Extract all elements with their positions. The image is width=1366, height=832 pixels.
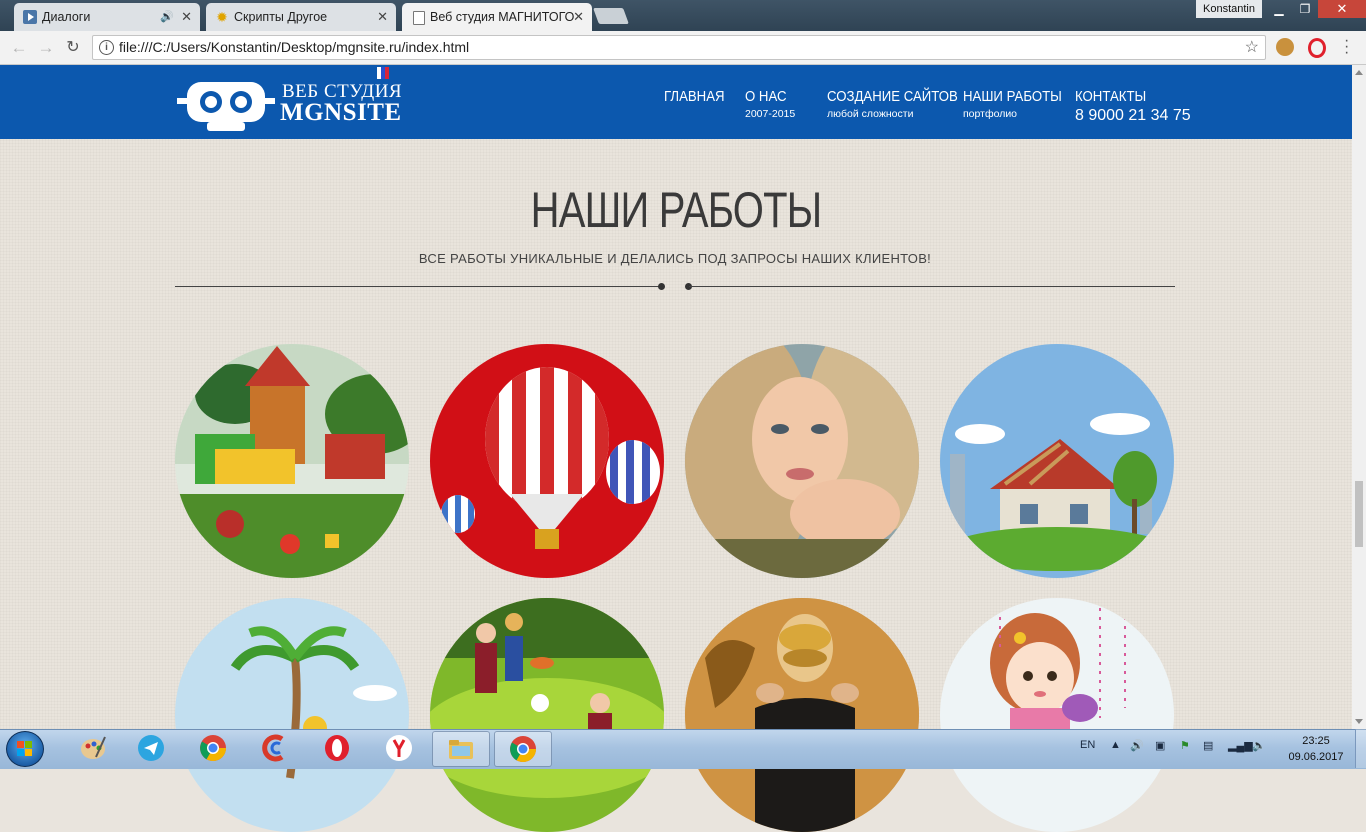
windows-logo-icon: [17, 741, 33, 757]
tab-dialogs[interactable]: Диалоги 🔊 ✕: [14, 3, 200, 31]
logo-text-bottom[interactable]: MGNSITE: [280, 99, 402, 127]
minimize-button[interactable]: ▁: [1266, 0, 1292, 18]
vertical-scrollbar[interactable]: [1352, 65, 1366, 729]
scroll-down-icon[interactable]: [1355, 719, 1363, 724]
browser-tab-bar: [0, 0, 1366, 31]
close-window-button[interactable]: ✕: [1318, 0, 1366, 18]
tab-scripts[interactable]: ✹ Скрипты Другое ✕: [206, 3, 396, 31]
work-school[interactable]: [430, 598, 664, 832]
info-icon[interactable]: i: [99, 40, 114, 55]
ccleaner-icon: [262, 734, 284, 762]
scroll-up-icon[interactable]: [1355, 70, 1363, 75]
browser-toolbar: ← → ↻ i file:///C:/Users/Konstantin/Desk…: [0, 31, 1366, 65]
opera-extension-icon[interactable]: [1308, 38, 1326, 58]
taskbar-yandex[interactable]: [370, 731, 428, 767]
tab-title: Веб студия МАГНИТОГО: [430, 10, 575, 24]
work-balloons[interactable]: [430, 344, 664, 578]
taskbar-telegram[interactable]: [122, 731, 180, 767]
tab-title: Диалоги: [42, 10, 91, 24]
nav-works-label[interactable]: НАШИ РАБОТЫ: [963, 88, 1062, 105]
nav-home[interactable]: ГЛАВНАЯ: [664, 88, 733, 105]
address-bar[interactable]: i file:///C:/Users/Konstantin/Desktop/mg…: [92, 35, 1266, 60]
taskbar-ccleaner[interactable]: [246, 731, 304, 767]
divider-left: [175, 286, 661, 287]
taskbar-explorer[interactable]: [432, 731, 490, 767]
paint-icon: [81, 736, 106, 759]
clock-time: 23:25: [1302, 735, 1330, 747]
start-button[interactable]: [6, 731, 44, 767]
tab-title: Скрипты Другое: [234, 10, 328, 24]
work-cartoon-girl[interactable]: [940, 598, 1174, 832]
chrome-active-icon: [510, 736, 537, 763]
yandex-icon: [386, 735, 412, 761]
explorer-icon: [449, 740, 473, 759]
taskbar-chrome[interactable]: [184, 731, 242, 767]
contact-phone[interactable]: 8 9000 21 34 75: [1075, 107, 1191, 125]
taskbar-opera[interactable]: [308, 731, 366, 767]
taskbar-chrome-active[interactable]: [494, 731, 552, 767]
cookie-extension-icon[interactable]: [1276, 38, 1294, 56]
back-arrow-icon[interactable]: ←: [8, 37, 30, 59]
taskbar-paint[interactable]: [64, 731, 122, 767]
tab-close-icon[interactable]: ✕: [181, 3, 192, 31]
robot-logo-icon[interactable]: [177, 79, 275, 131]
nav-works[interactable]: НАШИ РАБОТЫ портфолио: [963, 88, 1075, 120]
nav-contacts[interactable]: КОНТАКТЫ 8 9000 21 34 75: [1075, 88, 1191, 125]
device-icon[interactable]: ▤: [1203, 739, 1213, 752]
divider-dot: [658, 283, 665, 290]
nav-about-sub: 2007-2015: [745, 108, 796, 120]
speaker-icon[interactable]: 🔊: [160, 3, 174, 31]
nav-about[interactable]: О НАС 2007-2015: [745, 88, 795, 120]
section-title: НАШИ РАБОТЫ: [530, 182, 823, 238]
flag-tray-icon[interactable]: ⚑: [1180, 739, 1190, 752]
tab-close-icon[interactable]: ✕: [573, 3, 584, 31]
sun-icon: ✹: [216, 9, 228, 25]
work-playground[interactable]: [175, 344, 409, 578]
work-palm[interactable]: [175, 598, 409, 832]
nav-about-label[interactable]: О НАС: [745, 88, 789, 105]
menu-dots-icon[interactable]: · · ·: [1344, 33, 1349, 61]
system-clock[interactable]: 23:25 09.06.2017: [1285, 733, 1347, 765]
bookmark-star-icon[interactable]: ☆: [1245, 36, 1259, 59]
forward-arrow-icon[interactable]: →: [35, 37, 57, 59]
clock-date: 09.06.2017: [1288, 751, 1344, 763]
work-house[interactable]: [940, 344, 1174, 578]
url-text[interactable]: file:///C:/Users/Konstantin/Desktop/mgns…: [119, 36, 469, 59]
nav-creation-label[interactable]: СОЗДАНИЕ САЙТОВ: [827, 88, 958, 105]
restore-button[interactable]: ❐: [1292, 0, 1318, 18]
show-desktop-button[interactable]: [1355, 729, 1366, 768]
page-icon: [413, 11, 425, 25]
profile-button[interactable]: Konstantin: [1196, 0, 1262, 18]
tray-expand-icon[interactable]: ▲: [1110, 739, 1121, 751]
telegram-icon: [138, 735, 164, 761]
security-icon[interactable]: ▣: [1155, 739, 1165, 752]
language-indicator[interactable]: EN: [1080, 739, 1095, 751]
section-subtitle: ВСЕ РАБОТЫ УНИКАЛЬНЫЕ И ДЕЛАЛИСЬ ПОД ЗАП…: [418, 251, 932, 266]
network-signal-icon[interactable]: ▂▄▆: [1228, 739, 1253, 752]
reload-icon[interactable]: ↻: [62, 37, 84, 59]
speaker-tray-icon[interactable]: 🔈: [1252, 739, 1266, 752]
divider-right: [689, 286, 1175, 287]
nav-home-label[interactable]: ГЛАВНАЯ: [664, 88, 725, 105]
nav-creation[interactable]: СОЗДАНИЕ САЙТОВ любой сложности: [827, 88, 976, 120]
work-masquerade[interactable]: [685, 598, 919, 832]
nav-works-sub: портфолио: [963, 108, 1018, 120]
russian-flag-icon: [377, 67, 389, 79]
volume-icon[interactable]: 🔊: [1130, 739, 1144, 752]
chrome-icon: [200, 735, 227, 762]
tab-close-icon[interactable]: ✕: [377, 3, 388, 31]
vk-dialogs-icon: [23, 10, 37, 24]
work-portrait[interactable]: [685, 344, 919, 578]
scroll-thumb[interactable]: [1355, 481, 1363, 547]
nav-creation-sub: любой сложности: [827, 108, 914, 120]
opera-icon: [325, 735, 349, 761]
tab-mgnsite[interactable]: Веб студия МАГНИТОГО ✕: [402, 3, 592, 31]
nav-contacts-label[interactable]: КОНТАКТЫ: [1075, 88, 1177, 105]
new-tab-button[interactable]: [593, 8, 629, 24]
